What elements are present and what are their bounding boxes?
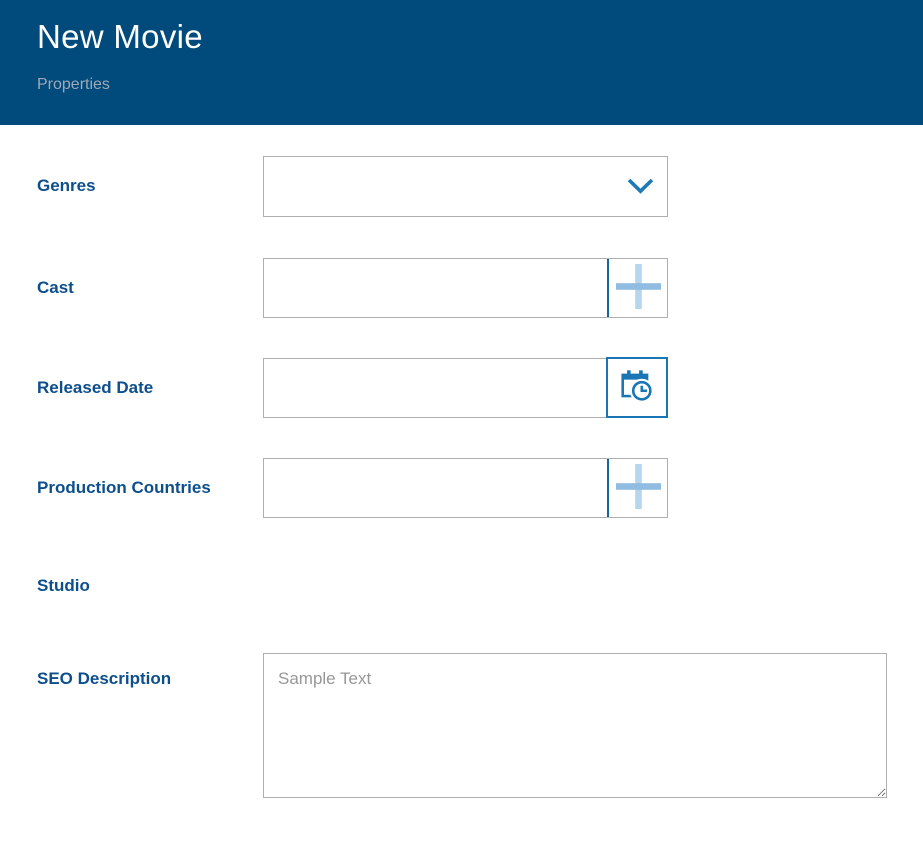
new-movie-page: New Movie Properties Genres Cast Release… bbox=[0, 0, 923, 852]
seo-description-textarea[interactable] bbox=[263, 653, 887, 798]
calendar-clock-icon bbox=[619, 368, 655, 407]
chevron-down-icon[interactable] bbox=[625, 157, 655, 216]
seo-description-field bbox=[263, 653, 887, 798]
seo-description-label: SEO Description bbox=[37, 668, 227, 692]
